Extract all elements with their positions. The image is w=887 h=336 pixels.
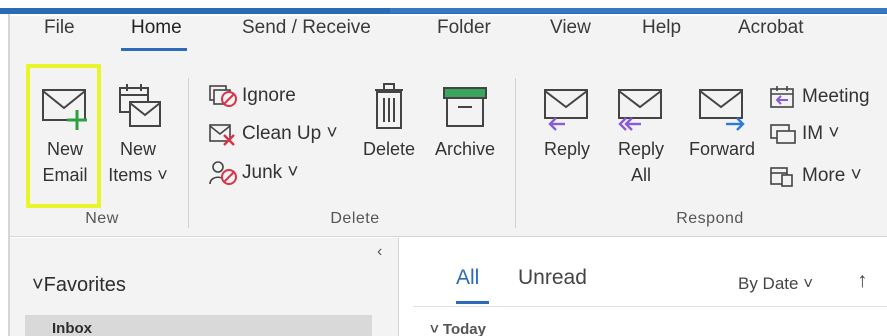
active-tab-indicator [121,48,187,51]
delete-label: Delete [362,139,416,159]
tab-send-receive[interactable]: Send / Receive [242,17,371,39]
reply-button[interactable]: Reply [538,82,596,162]
meeting-button[interactable]: Meeting [768,84,870,110]
active-filter-indicator [456,301,489,304]
trash-icon [375,83,403,129]
window-top-accent-right [390,8,887,13]
more-respond-button[interactable]: More ˅ [768,164,862,188]
tab-help[interactable]: Help [642,17,681,39]
group-separator [188,78,189,228]
forward-label: Forward [688,139,755,159]
archive-button[interactable]: Archive [430,80,500,162]
pane-divider[interactable] [398,238,399,336]
window-top-bar [0,0,887,16]
ignore-label: Ignore [242,85,296,106]
delete-button[interactable]: Delete [360,80,418,162]
new-items-label-1: New [119,139,156,159]
ribbon-divider [10,236,887,237]
junk-icon [209,161,237,185]
forward-icon [699,89,745,131]
tab-acrobat[interactable]: Acrobat [738,17,803,39]
tab-home[interactable]: Home [131,17,182,39]
im-label: IM ˅ [802,123,840,144]
new-items-label-2: Items ˅ [108,165,168,185]
tab-folder[interactable]: Folder [437,17,491,39]
junk-label: Junk ˅ [242,162,299,183]
clean-up-label: Clean Up ˅ [242,123,338,144]
ignore-icon [209,85,237,107]
reply-label: Reply [543,139,591,159]
group-label-new: New [85,210,119,227]
archive-label: Archive [434,139,496,159]
filter-all[interactable]: All [456,266,479,290]
meeting-label: Meeting [802,86,870,107]
instant-message-icon [770,124,796,144]
reply-icon [544,89,588,131]
sort-direction-icon[interactable]: ↑ [857,269,868,293]
reply-all-button[interactable]: Reply All [612,82,670,188]
im-button[interactable]: IM ˅ [768,122,839,146]
reply-all-label-2: All [630,165,651,185]
favorites-header[interactable]: ˅Favorites [32,274,126,297]
folder-item-inbox-label: Inbox [52,320,92,336]
clean-up-icon [209,124,235,146]
sort-by-date-dropdown[interactable]: By Date ˅ [738,274,813,294]
clean-up-button[interactable]: Clean Up ˅ [208,122,338,146]
tab-view[interactable]: View [550,17,591,39]
forward-button[interactable]: Forward [684,82,760,162]
archive-icon [443,87,487,127]
collapse-pane-button[interactable]: ‹ [377,243,382,261]
reply-all-label-1: Reply [617,139,665,159]
more-icon [770,167,793,187]
list-header-divider [413,306,887,307]
group-label-delete: Delete [330,210,380,227]
ignore-button[interactable]: Ignore [208,84,296,108]
meeting-icon [770,86,794,108]
group-label-respond: Respond [676,210,744,227]
group-separator [515,78,516,228]
reply-all-icon [618,89,662,131]
junk-button[interactable]: Junk ˅ [208,160,299,186]
group-header-today[interactable]: ˅ Today [430,321,486,336]
new-email-highlight [26,64,101,208]
filter-unread[interactable]: Unread [518,266,587,290]
new-items-button[interactable]: New Items ˅ [104,82,172,188]
new-items-icon [119,84,161,127]
more-label: More ˅ [802,165,862,186]
tab-file[interactable]: File [44,17,75,39]
